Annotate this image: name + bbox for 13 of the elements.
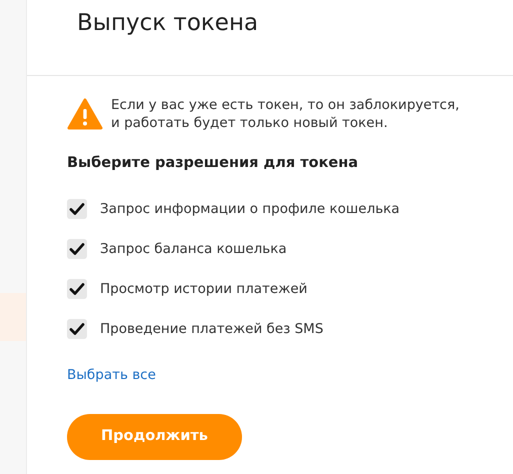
permission-label: Запрос информации о профиле кошелька xyxy=(100,200,400,220)
checkbox[interactable] xyxy=(67,199,87,220)
permissions-heading: Выберите разрешения для токена xyxy=(67,154,360,174)
warning-text: Если у вас уже есть токен, то он заблокируется, и работать будет только новый токен. xyxy=(111,96,460,132)
permission-label: Запрос баланса кошелька xyxy=(100,240,287,260)
modal-title: Выпуск токена xyxy=(77,10,260,38)
checkbox[interactable] xyxy=(67,239,87,260)
warning-icon xyxy=(67,98,103,130)
permission-label: Просмотр истории платежей xyxy=(100,280,308,300)
checkbox[interactable] xyxy=(67,279,87,300)
select-all-link[interactable]: Выбрать все xyxy=(67,365,156,386)
checkbox[interactable] xyxy=(67,319,87,340)
permission-label: Проведение платежей без SMS xyxy=(100,320,324,340)
